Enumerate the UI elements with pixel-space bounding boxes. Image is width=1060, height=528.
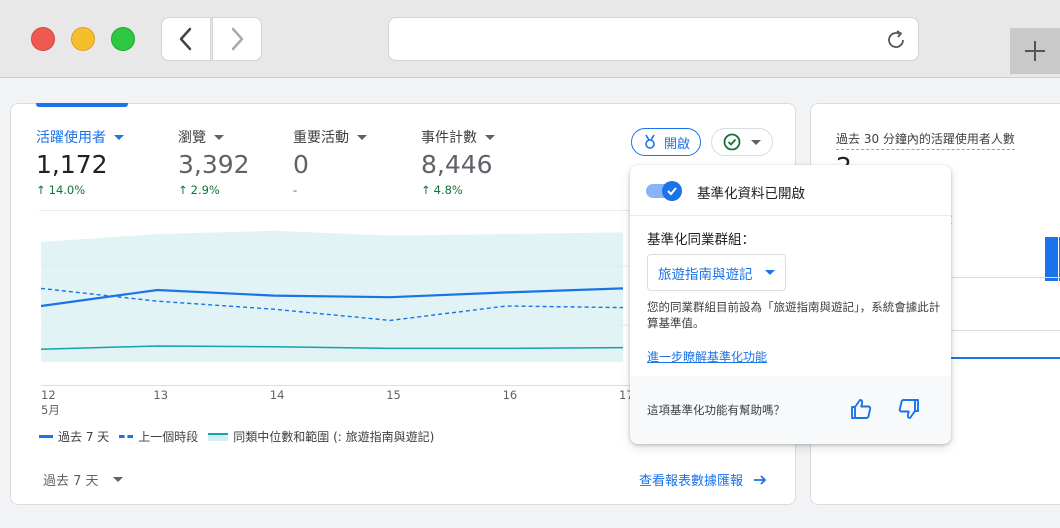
date-range-label: 過去 7 天 (43, 474, 99, 489)
metric-change: 14.0% (48, 183, 86, 197)
feedback-footer: 這項基準化功能有幫助嗎？ (630, 376, 951, 444)
check-icon (667, 187, 677, 196)
legend-label: 同類中位數和範圍 (: 旅遊指南與遊記) (233, 430, 435, 444)
metric-value: 1,172 (36, 150, 108, 179)
metric-value: 8,446 (421, 150, 493, 179)
metric-active-users[interactable]: 活躍使用者 1,172 ↑ 14.0% (36, 127, 124, 197)
benchmark-popup: 基準化資料已開啟 基準化同業群組： 旅遊指南與遊記 您的同業群組目前設為「旅遊指… (630, 165, 951, 444)
learn-more-link[interactable]: 進一步瞭解基準化功能 (647, 348, 767, 365)
peer-group-dropdown[interactable]: 旅遊指南與遊記 (647, 254, 786, 291)
x-axis-month-label: 5月 (41, 403, 60, 417)
data-quality-button[interactable] (711, 128, 773, 156)
arrow-up-icon: ↑ (36, 183, 46, 197)
metric-views[interactable]: 瀏覽 3,392 ↑ 2.9% (178, 127, 250, 197)
caret-down-icon (765, 270, 775, 275)
x-tick-label: 16 (502, 388, 518, 402)
arrow-right-icon (754, 474, 767, 485)
maximize-window-button[interactable] (111, 27, 135, 51)
metric-value: 0 (293, 150, 309, 179)
new-tab-button[interactable] (1010, 28, 1060, 74)
back-button[interactable] (161, 17, 211, 61)
caret-down-icon (214, 134, 224, 140)
realtime-bar (1045, 237, 1058, 281)
peer-group-value: 旅遊指南與遊記 (658, 266, 753, 283)
caret-down-icon (485, 134, 495, 140)
x-tick-label: 15 (386, 388, 401, 402)
forward-button[interactable] (212, 17, 262, 61)
benchmark-toggle-button[interactable]: 開啟 (631, 128, 701, 156)
dashed-line-swatch (119, 435, 134, 438)
metric-label: 瀏覽 (178, 130, 206, 146)
legend-label: 過去 7 天 (58, 430, 110, 444)
caret-down-icon (357, 134, 367, 140)
legend-label: 上一個時段 (138, 430, 199, 444)
peer-group-label: 基準化同業群組： (647, 232, 755, 248)
legend-item-benchmark[interactable]: 同類中位數和範圍 (: 旅遊指南與遊記) (208, 428, 434, 445)
toggle-label: 基準化資料已開啟 (697, 186, 805, 202)
realtime-title: 過去 30 分鐘內的活躍使用者人數 (836, 130, 1015, 150)
metric-label: 重要活動 (293, 130, 349, 146)
thumbs-down-icon (898, 399, 919, 419)
toggle-knob (662, 181, 682, 201)
thumbs-up-icon (851, 399, 872, 419)
view-report-label: 查看報表數據匯報 (639, 474, 744, 489)
legend-item-previous[interactable]: 上一個時段 (119, 428, 198, 445)
metric-event-count[interactable]: 事件計數 8,446 ↑ 4.8% (421, 127, 495, 197)
caret-down-icon (114, 134, 124, 140)
metric-change: 2.9% (190, 183, 220, 197)
solid-line-swatch (39, 435, 53, 438)
legend-item-current[interactable]: 過去 7 天 (39, 428, 109, 445)
popup-divider (630, 215, 951, 216)
date-range-selector[interactable]: 過去 7 天 (43, 470, 123, 489)
ribbon-icon (645, 134, 655, 149)
minimize-window-button[interactable] (71, 27, 95, 51)
reload-icon[interactable] (884, 28, 908, 52)
thumbs-up-button[interactable] (848, 396, 874, 422)
metric-value: 3,392 (178, 150, 250, 179)
metric-change: - (293, 183, 298, 197)
feedback-question: 這項基準化功能有幫助嗎？ (647, 403, 785, 417)
plus-icon (1025, 41, 1045, 61)
arrow-up-icon: ↑ (178, 183, 188, 197)
metric-label: 事件計數 (421, 130, 477, 146)
check-circle-icon (723, 133, 741, 151)
x-tick-label: 13 (153, 388, 169, 402)
metric-change: 4.8% (433, 183, 463, 197)
close-window-button[interactable] (31, 27, 55, 51)
peer-group-description: 您的同業群組目前設為「旅遊指南與遊記」，系統會據此計算基準值。 (647, 300, 941, 330)
view-report-link[interactable]: 查看報表數據匯報 (639, 470, 767, 489)
chart-legend: 過去 7 天 上一個時段 同類中位數和範圍 (: 旅遊指南與遊記) (39, 428, 434, 445)
benchmark-button-label: 開啟 (663, 136, 690, 152)
thumbs-down-button[interactable] (896, 396, 922, 422)
chevron-left-icon (179, 27, 192, 51)
browser-toolbar (0, 0, 1060, 78)
chevron-right-icon (231, 27, 244, 51)
band-swatch (208, 432, 229, 441)
metric-key-events[interactable]: 重要活動 0 - (293, 127, 367, 197)
caret-down-icon (112, 477, 123, 482)
metric-label: 活躍使用者 (36, 130, 106, 146)
trend-chart (41, 230, 641, 386)
caret-down-icon (751, 139, 761, 145)
active-tab-indicator (36, 103, 128, 107)
address-bar[interactable] (388, 17, 919, 61)
x-tick-label: 12 (41, 388, 56, 402)
x-tick-label: 14 (269, 388, 285, 402)
arrow-up-icon: ↑ (421, 183, 431, 197)
benchmark-toggle[interactable] (646, 181, 684, 201)
